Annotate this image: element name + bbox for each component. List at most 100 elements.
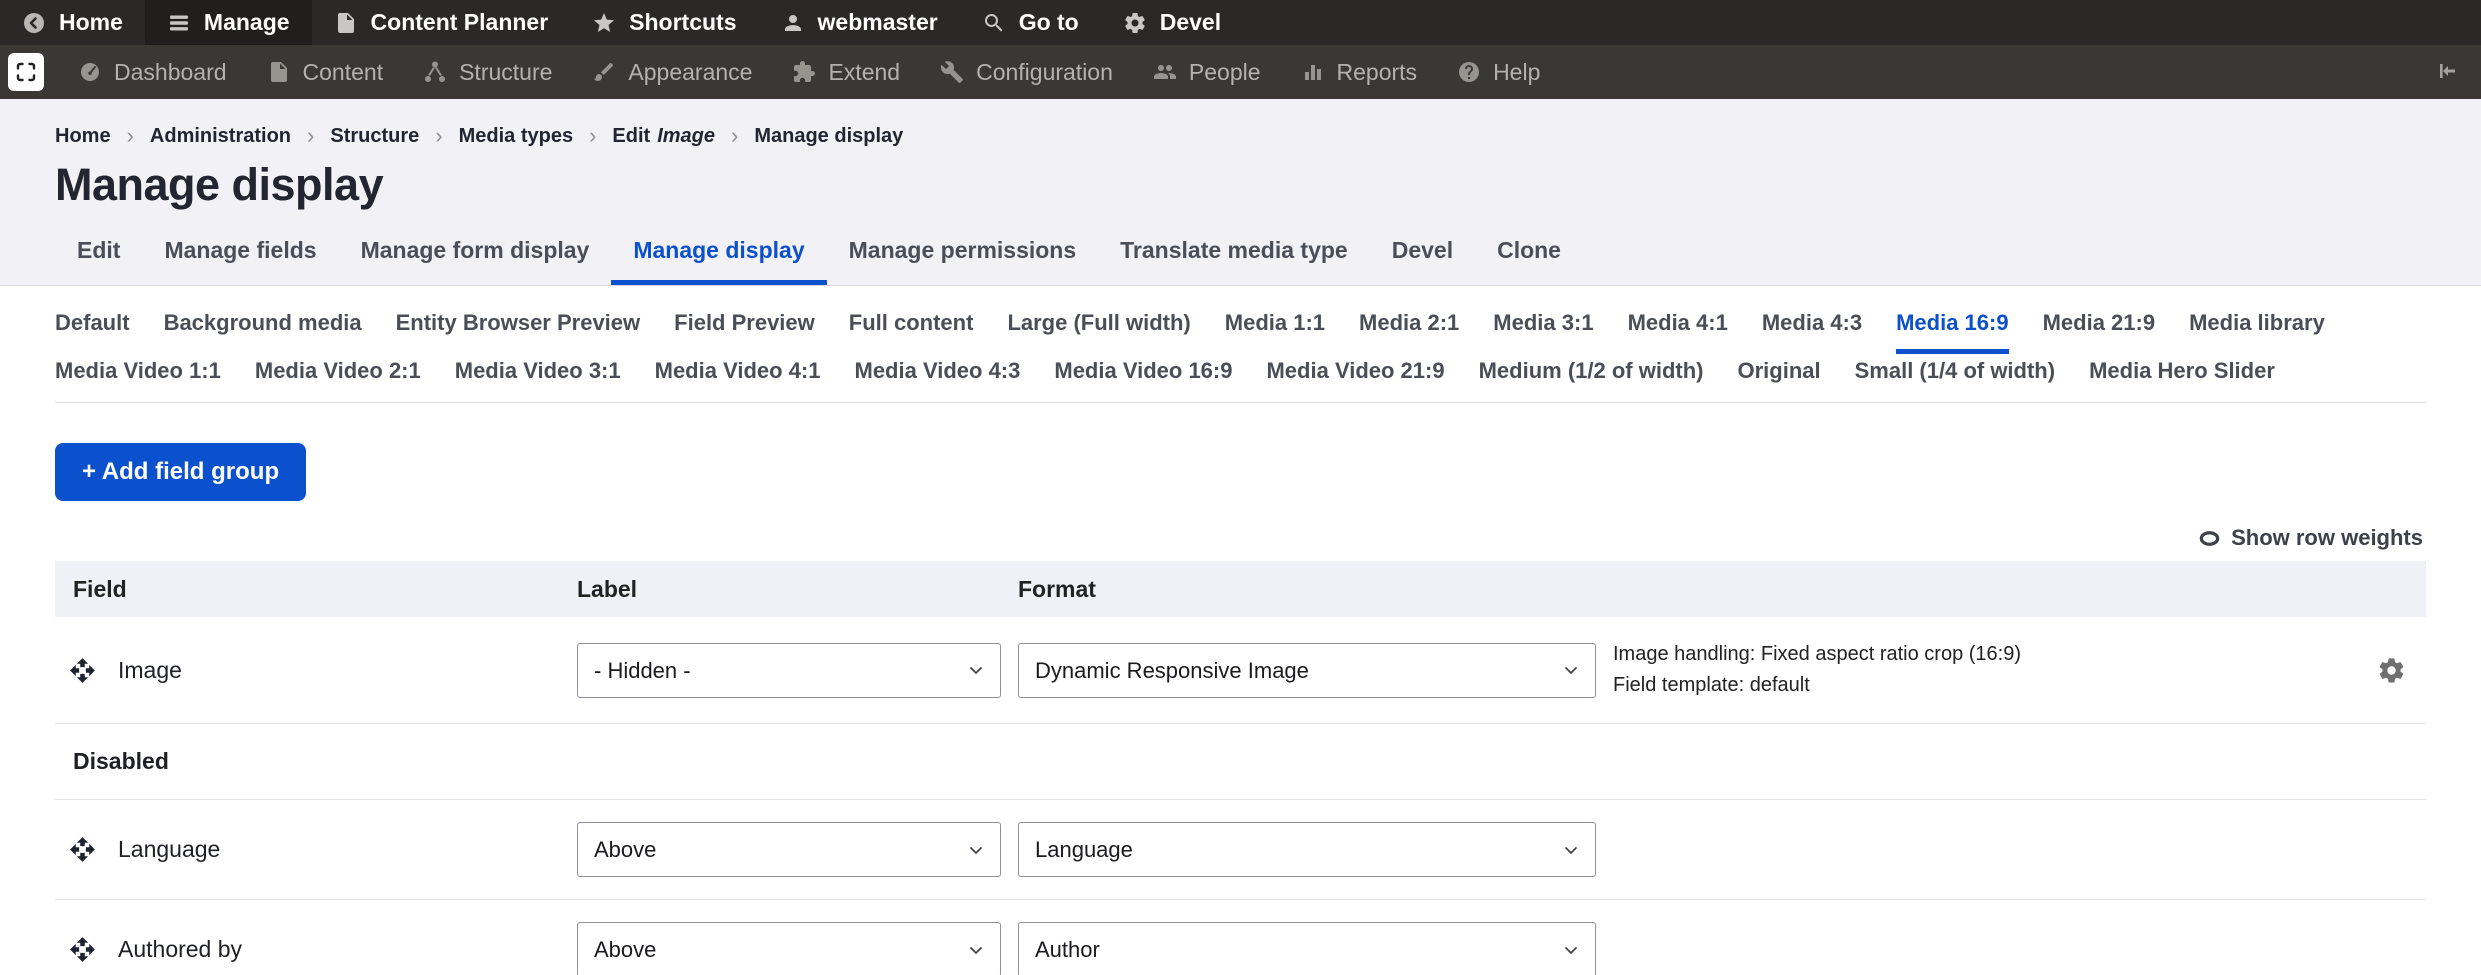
breadcrumb-edit-image[interactable]: Edit Image — [612, 125, 715, 148]
tab-manage-display[interactable]: Manage display — [611, 237, 827, 285]
menu-item-content[interactable]: Content — [247, 59, 404, 86]
display-mode-tab-media-video-1-1[interactable]: Media Video 1:1 — [55, 358, 221, 402]
menu-item-configuration[interactable]: Configuration — [920, 59, 1133, 86]
format-select[interactable]: Dynamic Responsive Image — [1018, 642, 1596, 698]
display-mode-tab-full-content[interactable]: Full content — [849, 310, 974, 354]
display-mode-tab-media-video-4-1[interactable]: Media Video 4:1 — [655, 358, 821, 402]
toolbar-item-go-to[interactable]: Go to — [960, 0, 1101, 45]
display-mode-tab-small-quarter-width[interactable]: Small (1/4 of width) — [1855, 358, 2055, 402]
field-cell: Authored by — [55, 936, 577, 963]
format-cell: Language — [1018, 822, 1613, 877]
display-mode-tab-default[interactable]: Default — [55, 310, 130, 354]
section-row-disabled: Disabled — [55, 724, 2426, 800]
display-mode-tab-media-video-3-1[interactable]: Media Video 3:1 — [455, 358, 621, 402]
breadcrumb-home[interactable]: Home — [55, 125, 111, 148]
toolbar-item-manage[interactable]: Manage — [144, 0, 312, 45]
field-name: Authored by — [118, 936, 243, 962]
menu-item-dashboard[interactable]: Dashboard — [58, 59, 247, 86]
display-mode-tab-media-1-1[interactable]: Media 1:1 — [1225, 310, 1325, 354]
toolbar-item-user-webmaster[interactable]: webmaster — [759, 0, 960, 45]
tab-manage-form-display[interactable]: Manage form display — [339, 237, 612, 285]
tab-edit[interactable]: Edit — [55, 237, 142, 285]
label-cell: Above — [577, 922, 1018, 975]
tab-devel[interactable]: Devel — [1370, 237, 1475, 285]
show-row-weights-link[interactable]: Show row weights — [2198, 525, 2423, 551]
toolbar-item-label: Home — [59, 9, 123, 35]
label-select[interactable]: - Hidden - — [577, 642, 1001, 698]
format-select[interactable]: Language — [1018, 822, 1596, 877]
toolbar-item-devel[interactable]: Devel — [1101, 0, 1243, 45]
breadcrumb-separator: › — [435, 123, 443, 148]
breadcrumb-structure[interactable]: Structure — [330, 125, 419, 148]
field-name: Image — [118, 656, 182, 683]
menu-item-structure[interactable]: Structure — [403, 59, 572, 86]
display-mode-tab-media-4-1[interactable]: Media 4:1 — [1628, 310, 1728, 354]
format-settings-button[interactable] — [2356, 656, 2426, 685]
brush-icon — [592, 60, 616, 84]
tab-manage-permissions[interactable]: Manage permissions — [827, 237, 1099, 285]
display-mode-tab-media-21-9[interactable]: Media 21:9 — [2043, 310, 2156, 354]
tab-translate-media-type[interactable]: Translate media type — [1098, 237, 1370, 285]
menu-item-people[interactable]: People — [1133, 59, 1281, 86]
drag-handle[interactable] — [69, 936, 96, 963]
breadcrumb-edit-bundle: Image — [657, 124, 715, 147]
display-mode-tab-media-video-4-3[interactable]: Media Video 4:3 — [855, 358, 1021, 402]
menu-item-help[interactable]: Help — [1437, 59, 1560, 86]
breadcrumb-current: Manage display — [754, 124, 904, 147]
toolbar-item-shortcuts[interactable]: Shortcuts — [570, 0, 758, 45]
display-mode-tab-media-video-2-1[interactable]: Media Video 2:1 — [255, 358, 421, 402]
people-icon — [1153, 60, 1177, 84]
display-mode-tab-media-video-21-9[interactable]: Media Video 21:9 — [1266, 358, 1444, 402]
format-cell: Dynamic Responsive Image — [1018, 642, 1613, 698]
menu-item-extend[interactable]: Extend — [772, 59, 920, 86]
display-mode-tab-original[interactable]: Original — [1737, 358, 1820, 402]
display-mode-tab-field-preview[interactable]: Field Preview — [674, 310, 815, 354]
menu-item-label: People — [1188, 58, 1261, 85]
display-mode-tab-media-hero-slider[interactable]: Media Hero Slider — [2089, 358, 2275, 402]
menu-item-label: Configuration — [976, 58, 1113, 85]
move-icon — [69, 657, 96, 684]
display-mode-tab-media-video-16-9[interactable]: Media Video 16:9 — [1054, 358, 1232, 402]
field-name: Language — [118, 836, 221, 862]
display-mode-tab-large-full-width[interactable]: Large (Full width) — [1007, 310, 1190, 354]
display-mode-tab-media-2-1[interactable]: Media 2:1 — [1359, 310, 1459, 354]
display-mode-tab-medium-half-width[interactable]: Medium (1/2 of width) — [1479, 358, 1704, 402]
display-mode-tab-media-library[interactable]: Media library — [2189, 310, 2325, 354]
menu-item-appearance[interactable]: Appearance — [572, 59, 772, 86]
display-mode-tab-media-16-9[interactable]: Media 16:9 — [1896, 310, 2009, 354]
toolbar-item-home[interactable]: Home — [0, 0, 145, 45]
label-cell: Above — [577, 822, 1018, 877]
breadcrumb-media-types[interactable]: Media types — [459, 125, 573, 148]
display-mode-tab-media-4-3[interactable]: Media 4:3 — [1762, 310, 1862, 354]
label-select[interactable]: Above — [577, 822, 1001, 877]
column-header-label: Label — [577, 575, 638, 602]
toolbar-collapse-button[interactable] — [2413, 59, 2481, 86]
display-mode-tab-background-media[interactable]: Background media — [164, 310, 362, 354]
label-cell: - Hidden - — [577, 642, 1018, 698]
primary-tabs: Edit Manage fields Manage form display M… — [55, 237, 2481, 285]
toolbar-item-content-planner[interactable]: Content Planner — [312, 0, 571, 45]
display-mode-tab-media-3-1[interactable]: Media 3:1 — [1493, 310, 1593, 354]
add-field-group-button[interactable]: + Add field group — [55, 443, 307, 501]
label-select[interactable]: Above — [577, 922, 1001, 975]
drag-handle[interactable] — [69, 836, 96, 863]
field-row-language: Language Above Language — [55, 800, 2426, 900]
tab-manage-fields[interactable]: Manage fields — [142, 237, 338, 285]
admin-toolbar-top: Home Manage Content Planner Shortcuts we… — [0, 0, 2481, 45]
eye-icon — [2198, 527, 2221, 550]
menu-item-label: Appearance — [628, 58, 753, 85]
hamburger-menu-icon — [167, 11, 191, 35]
menu-item-reports[interactable]: Reports — [1281, 59, 1438, 86]
menu-item-label: Reports — [1336, 58, 1418, 85]
display-mode-tab-entity-browser-preview[interactable]: Entity Browser Preview — [396, 310, 641, 354]
label-select-wrap: Above — [577, 822, 1001, 877]
corner-frame-icon — [14, 60, 38, 84]
toolbar-item-label: Content Planner — [370, 9, 549, 35]
tab-clone[interactable]: Clone — [1475, 237, 1583, 285]
breadcrumb-administration[interactable]: Administration — [150, 125, 291, 148]
move-icon — [69, 836, 96, 863]
format-select[interactable]: Author — [1018, 922, 1596, 975]
toolbar-expand-button[interactable] — [8, 53, 44, 91]
drag-handle[interactable] — [69, 657, 96, 684]
field-display-table: Field Label Format Image - Hidden - Dyna… — [55, 561, 2426, 975]
